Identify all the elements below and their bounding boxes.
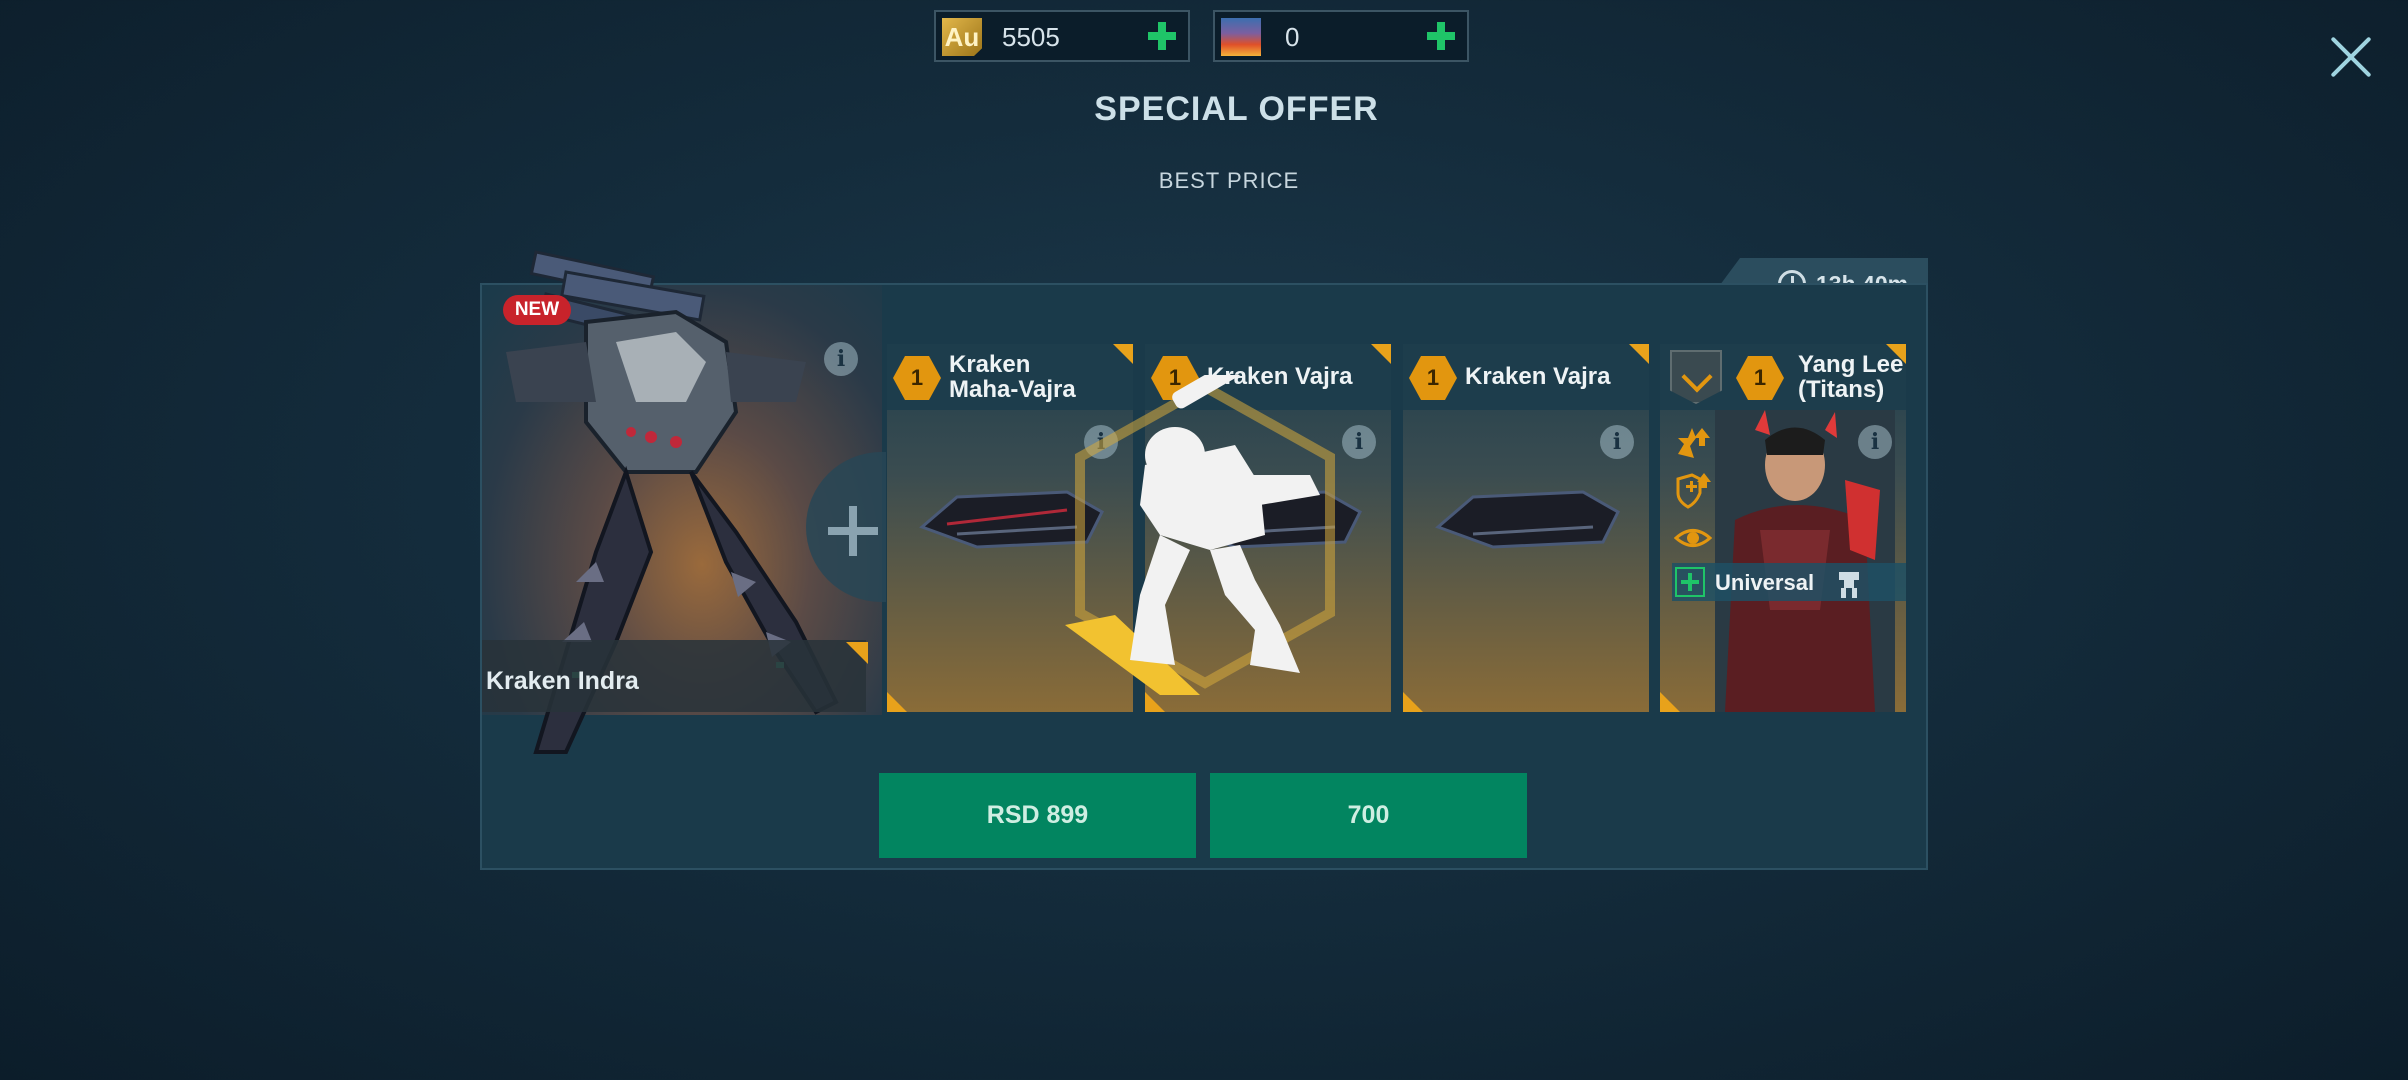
page-title: SPECIAL OFFER xyxy=(1094,90,1379,128)
hexagon-silhouette-icon xyxy=(1065,375,1335,695)
card-corner xyxy=(1113,344,1133,364)
item-name: Kraken Maha-Vajra xyxy=(949,351,1076,403)
plus-icon xyxy=(828,506,878,556)
eye-icon xyxy=(1674,529,1712,547)
gold-au-icon: Au xyxy=(942,18,982,56)
close-icon[interactable] xyxy=(2328,34,2374,80)
bot-name: Kraken Indra xyxy=(486,667,639,695)
add-icon xyxy=(1675,567,1705,597)
weapon-image xyxy=(1435,490,1620,549)
gold-amount: 5505 xyxy=(1002,22,1060,52)
buy-gold-button[interactable]: 700 xyxy=(1210,773,1527,858)
power-cell-currency: 0 xyxy=(1213,10,1469,62)
card-corner xyxy=(1145,692,1165,712)
pilot-type: Universal xyxy=(1715,570,1815,595)
bot-info-icon[interactable]: i xyxy=(824,342,858,376)
shield-boost-icon xyxy=(1676,473,1711,509)
pilot-info-icon[interactable]: i xyxy=(1858,425,1892,459)
add-gold-button[interactable] xyxy=(1146,20,1178,52)
item-name: Kraken Vajra xyxy=(1465,363,1611,390)
card-corner xyxy=(1371,344,1391,364)
card-corner xyxy=(1660,692,1680,712)
card-corner xyxy=(887,692,907,712)
buy-real-money-button[interactable]: RSD 899 xyxy=(879,773,1196,858)
card-corner xyxy=(1403,692,1423,712)
pilot-name: Yang Lee (Titans) xyxy=(1798,351,1904,403)
add-power-cells-button[interactable] xyxy=(1425,20,1457,52)
item-info-icon[interactable]: i xyxy=(1600,425,1634,459)
robot-class-icon xyxy=(1839,572,1859,598)
gold-currency: Au 5505 xyxy=(934,10,1190,62)
explosion-boost-icon xyxy=(1678,428,1710,458)
card-corner xyxy=(1629,344,1649,364)
bot-corner-accent xyxy=(846,642,868,664)
page-subtitle: BEST PRICE xyxy=(1158,168,1300,193)
power-cell-icon xyxy=(1221,18,1261,56)
item-card-vajra[interactable]: 1 Kraken Vajra xyxy=(1403,344,1649,712)
new-badge: NEW xyxy=(503,295,571,325)
power-cell-amount: 0 xyxy=(1285,22,1300,52)
